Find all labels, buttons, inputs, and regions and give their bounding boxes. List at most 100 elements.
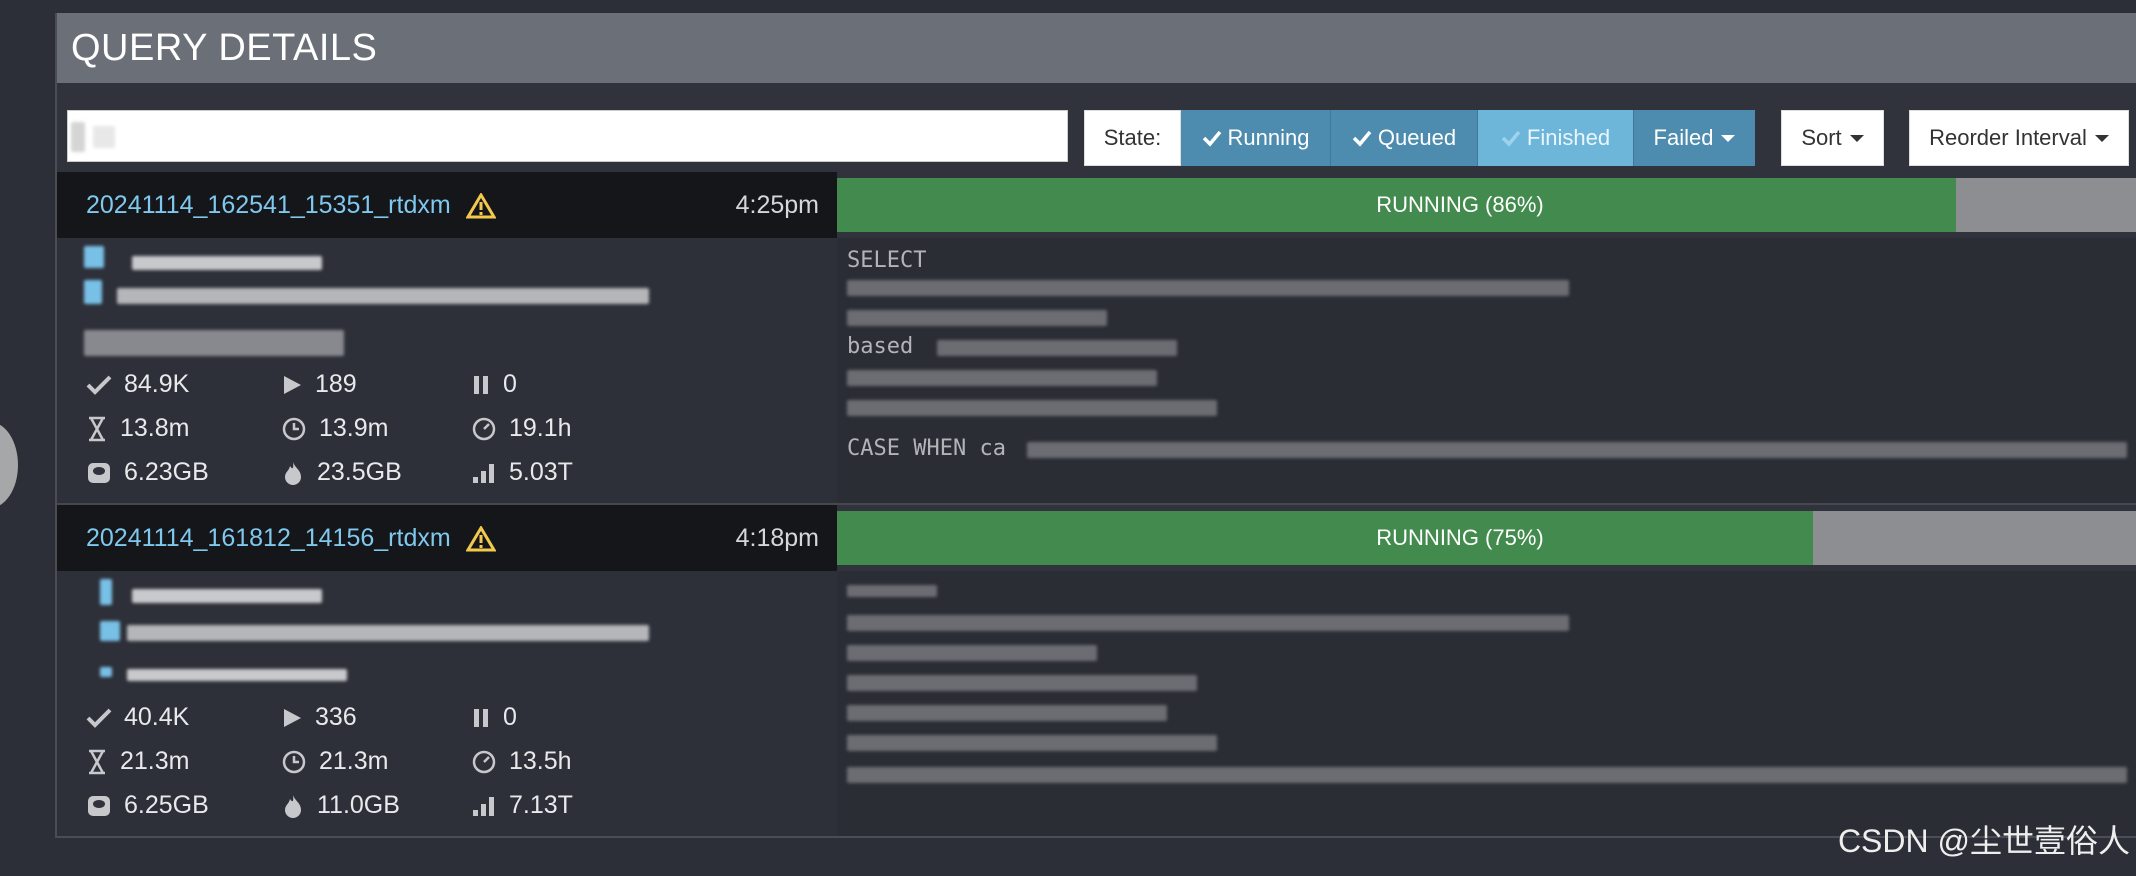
stat-value: 21.3m bbox=[120, 747, 190, 775]
stat-value: 189 bbox=[315, 370, 357, 398]
sort-dropdown[interactable]: Sort bbox=[1781, 110, 1884, 166]
reorder-interval-dropdown[interactable]: Reorder Interval bbox=[1909, 110, 2129, 166]
caret-down-icon bbox=[1721, 134, 1736, 142]
stat-value: 23.5GB bbox=[317, 458, 402, 486]
stat-value: 6.23GB bbox=[124, 458, 209, 486]
stat-running-splits: 336 bbox=[281, 703, 357, 732]
stat-value: 5.03T bbox=[509, 458, 573, 486]
stat-running-splits: 189 bbox=[281, 370, 357, 399]
stat-peak-memory: 11.0GB bbox=[281, 791, 400, 820]
dashboard-icon bbox=[472, 750, 496, 773]
redacted-search-text bbox=[71, 122, 85, 152]
query-header: 20241114_161812_14156_rtdxm 4:18pm bbox=[57, 505, 837, 571]
stat-value: 6.25GB bbox=[124, 791, 209, 819]
stat-wall-time: 21.3m bbox=[86, 747, 189, 776]
panel-bottom-border bbox=[57, 836, 2136, 838]
play-icon bbox=[284, 375, 301, 394]
stat-current-memory: 6.23GB bbox=[86, 458, 209, 487]
check-icon bbox=[86, 708, 112, 728]
progress-bar: RUNNING (75%) bbox=[837, 511, 2136, 565]
clock-icon bbox=[282, 750, 306, 773]
filter-running-label: Running bbox=[1227, 125, 1310, 150]
stat-value: 11.0GB bbox=[317, 791, 400, 819]
stat-wall-time: 13.8m bbox=[86, 414, 189, 443]
check-icon bbox=[86, 375, 112, 395]
redacted-sql bbox=[847, 310, 1107, 326]
redacted-sql bbox=[847, 705, 1167, 721]
filter-running-button[interactable]: Running bbox=[1181, 110, 1331, 166]
stat-elapsed-time: 21.3m bbox=[281, 747, 388, 776]
stat-completed-splits: 84.9K bbox=[86, 370, 189, 399]
query-info: 84.9K 189 0 13.8m 13.9m 19.1h 6.23GB 23.… bbox=[57, 238, 837, 505]
stat-blocked-splits: 0 bbox=[471, 703, 517, 732]
filter-failed-label: Failed bbox=[1653, 125, 1714, 150]
stat-value: 336 bbox=[315, 703, 357, 731]
hourglass-icon bbox=[89, 749, 105, 774]
query-row: 20241114_162541_15351_rtdxm 4:25pm RUNNI… bbox=[57, 172, 2136, 505]
redacted-sql bbox=[1027, 442, 2127, 458]
stat-elapsed-time: 13.9m bbox=[281, 414, 388, 443]
sort-label: Sort bbox=[1801, 125, 1842, 150]
filter-finished-label: Finished bbox=[1526, 125, 1611, 150]
panel-header: QUERY DETAILS bbox=[57, 13, 2136, 83]
filter-queued-button[interactable]: Queued bbox=[1331, 110, 1478, 166]
query-sql-preview[interactable]: SELECT based CASE WHEN ca bbox=[837, 238, 2136, 505]
stat-value: 40.4K bbox=[124, 703, 190, 731]
caret-down-icon bbox=[1849, 134, 1864, 142]
dashboard-icon bbox=[472, 417, 496, 440]
stat-value: 7.13T bbox=[509, 791, 573, 819]
stat-blocked-splits: 0 bbox=[471, 370, 517, 399]
pause-icon bbox=[474, 375, 488, 394]
redacted-resource-group bbox=[127, 669, 347, 681]
redacted-resource-group bbox=[84, 330, 344, 356]
progress-status: RUNNING (86%) bbox=[1376, 192, 1544, 217]
user-icon bbox=[84, 246, 104, 268]
stat-completed-splits: 40.4K bbox=[86, 703, 189, 732]
query-id-link[interactable]: 20241114_162541_15351_rtdxm bbox=[86, 191, 496, 220]
watermark: CSDN @尘世壹俗人 bbox=[1837, 823, 2130, 859]
redacted-user bbox=[132, 256, 322, 270]
check-icon bbox=[1501, 130, 1521, 147]
warning-icon bbox=[465, 526, 496, 552]
redacted-sql bbox=[847, 400, 1217, 416]
query-sql-preview[interactable] bbox=[837, 571, 2136, 838]
redacted-sql bbox=[847, 767, 2127, 783]
redacted-sql bbox=[847, 675, 1197, 691]
filter-failed-dropdown[interactable]: Failed bbox=[1633, 110, 1755, 166]
memory-icon bbox=[88, 795, 110, 816]
stat-value: 0 bbox=[503, 703, 517, 731]
hourglass-icon bbox=[89, 416, 105, 441]
side-collapse-handle[interactable] bbox=[0, 422, 18, 508]
check-icon bbox=[1352, 130, 1372, 147]
bar-chart-icon bbox=[473, 796, 494, 816]
stat-value: 13.8m bbox=[120, 414, 190, 442]
query-time: 4:25pm bbox=[735, 191, 819, 219]
redacted-search-text bbox=[93, 126, 115, 148]
source-icon bbox=[84, 280, 102, 304]
sql-line: SELECT bbox=[847, 248, 927, 273]
stat-cpu-time: 13.5h bbox=[471, 747, 572, 776]
fire-icon bbox=[285, 461, 301, 485]
source-icon bbox=[100, 621, 120, 641]
query-row: 20241114_161812_14156_rtdxm 4:18pm RUNNI… bbox=[57, 505, 2136, 838]
redacted-user bbox=[132, 589, 322, 603]
query-id-text: 20241114_161812_14156_rtdxm bbox=[86, 524, 451, 552]
progress-bar: RUNNING (86%) bbox=[837, 178, 2136, 232]
query-time: 4:18pm bbox=[735, 524, 819, 552]
sql-line: CASE WHEN ca bbox=[847, 436, 1006, 461]
sql-line: based bbox=[847, 334, 914, 359]
resource-group-icon bbox=[100, 667, 112, 677]
stat-peak-memory: 23.5GB bbox=[281, 458, 402, 487]
page-title: QUERY DETAILS bbox=[71, 27, 378, 69]
filter-finished-button[interactable]: Finished bbox=[1478, 110, 1633, 166]
warning-icon bbox=[465, 193, 496, 219]
clock-icon bbox=[282, 417, 306, 440]
check-icon bbox=[1202, 130, 1221, 147]
pause-icon bbox=[474, 708, 488, 727]
search-input[interactable] bbox=[67, 110, 1068, 162]
stat-current-memory: 6.25GB bbox=[86, 791, 209, 820]
redacted-sql bbox=[847, 615, 1569, 631]
query-id-link[interactable]: 20241114_161812_14156_rtdxm bbox=[86, 524, 496, 553]
stat-cpu-time: 19.1h bbox=[471, 414, 572, 443]
bar-chart-icon bbox=[473, 463, 494, 483]
